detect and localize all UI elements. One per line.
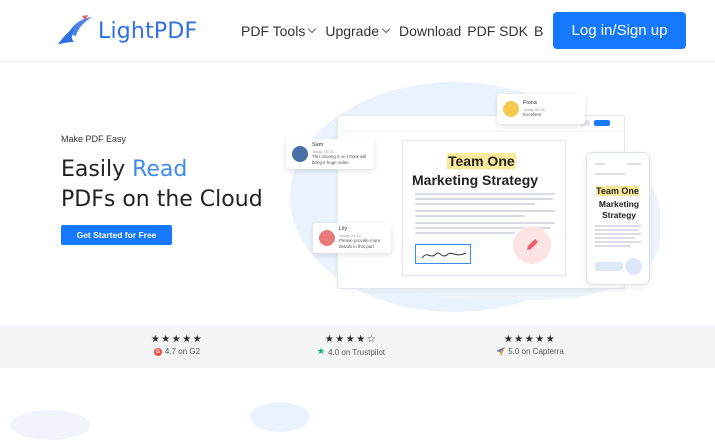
rating-label: 4.7 on G2 xyxy=(164,347,201,356)
rating-label: 5.0 on Capterra xyxy=(508,347,564,356)
site-header: LightPDF PDF Tools Upgrade Download PDF … xyxy=(0,0,715,62)
toolbar-pill xyxy=(594,120,610,126)
nav-item-download[interactable]: Download xyxy=(399,23,461,39)
main-nav: PDF Tools Upgrade Download PDF SDK B xyxy=(241,0,553,62)
phone-text-line xyxy=(595,225,641,227)
nav-item-label: PDF Tools xyxy=(241,23,306,39)
phone-text-line xyxy=(595,241,641,243)
star-rating: ★★★★★ xyxy=(150,334,204,345)
text-line xyxy=(415,210,555,212)
hero-title-line2: PDFs on the Cloud xyxy=(61,187,263,212)
avatar xyxy=(503,101,519,117)
hero-title-accent: Read xyxy=(132,157,188,182)
phone-text-line xyxy=(595,229,639,231)
phone-action-dot xyxy=(625,258,642,275)
trustpilot-star-icon: ★ xyxy=(317,347,326,357)
chevron-down-icon xyxy=(308,24,317,34)
phone-input-bar xyxy=(595,262,623,271)
rating-g2: ★★★★★ G 4.7 on G2 xyxy=(142,334,212,356)
comment-card: Sam Today 10:21 This closing it on I thi… xyxy=(286,139,374,169)
rating-capterra: ★★★★★ 5.0 on Capterra xyxy=(490,334,570,356)
logo-text: LightPDF xyxy=(98,18,198,44)
rating-label: 4.0 on Trustpilot xyxy=(328,347,385,357)
phone-doc-title-highlight: Team One xyxy=(596,186,639,196)
phone-toolbar-line xyxy=(595,173,625,175)
logo-swoosh-icon xyxy=(58,15,92,44)
background-blob xyxy=(10,410,90,440)
nav-item-label: Upgrade xyxy=(325,23,380,39)
text-line xyxy=(415,203,535,205)
comment-author: Lily xyxy=(339,226,348,232)
pencil-icon xyxy=(527,239,538,250)
phone-text-line xyxy=(595,237,635,239)
capterra-icon xyxy=(496,347,506,356)
nav-item-label: B xyxy=(533,23,544,39)
doc-title: Marketing Strategy xyxy=(412,172,539,188)
hero-tagline: Make PDF Easy xyxy=(61,134,127,144)
text-line xyxy=(415,198,553,200)
phone-toolbar-line xyxy=(627,163,641,165)
hero-title-prefix: Easily xyxy=(61,157,133,182)
star-rating: ★★★★☆ xyxy=(324,334,378,345)
nav-item-blog[interactable]: B xyxy=(534,23,543,39)
doc-title-highlight: Team One xyxy=(447,153,516,169)
signature-box xyxy=(415,244,471,264)
comment-author: Sam xyxy=(312,142,324,148)
comment-text: Excellent xyxy=(523,112,542,117)
phone-text-line xyxy=(595,245,631,247)
hero-title: Easily Read PDFs on the Cloud xyxy=(61,155,263,215)
get-started-button[interactable]: Get Started for Free xyxy=(61,225,172,245)
login-signup-button[interactable]: Log in/Sign up xyxy=(553,12,686,49)
phone-text-line xyxy=(595,233,641,235)
ratings-bar: ★★★★★ G 4.7 on G2 ★★★★☆ ★ 4.0 on Trustpi… xyxy=(0,325,715,368)
comment-card: Lily Today 09:12 Please provide more det… xyxy=(313,223,391,253)
text-line xyxy=(415,222,555,224)
avatar xyxy=(319,230,335,246)
nav-item-label: Download xyxy=(399,23,462,39)
phone-doc-title: Marketing Strategy xyxy=(598,199,640,220)
g2-icon: G xyxy=(153,347,162,356)
phone-toolbar-line xyxy=(595,163,605,165)
text-line xyxy=(415,193,555,195)
rating-trustpilot: ★★★★☆ ★ 4.0 on Trustpilot xyxy=(306,334,396,357)
comment-text: This closing it on I think will bring it… xyxy=(312,154,367,165)
lightpdf-logo[interactable]: LightPDF xyxy=(54,14,197,48)
nav-item-pdf-sdk[interactable]: PDF SDK xyxy=(467,23,528,39)
avatar xyxy=(292,146,308,162)
text-line xyxy=(415,215,525,217)
signature-icon xyxy=(421,252,467,259)
nav-item-label: PDF SDK xyxy=(467,23,528,39)
comment-author: Fiona xyxy=(523,100,537,106)
comment-card: Fiona Today 09:35 Excellent xyxy=(497,94,585,124)
chevron-down-icon xyxy=(381,24,391,34)
nav-item-pdf-tools[interactable]: PDF Tools xyxy=(241,23,317,39)
comment-text: Please provide more details in this part xyxy=(339,238,381,249)
star-rating: ★★★★★ xyxy=(503,334,557,345)
text-line xyxy=(415,232,515,234)
nav-item-upgrade[interactable]: Upgrade xyxy=(325,23,391,39)
background-blob xyxy=(250,402,310,432)
edit-button xyxy=(513,226,551,264)
phone-mockup: Team One Marketing Strategy xyxy=(586,152,650,285)
